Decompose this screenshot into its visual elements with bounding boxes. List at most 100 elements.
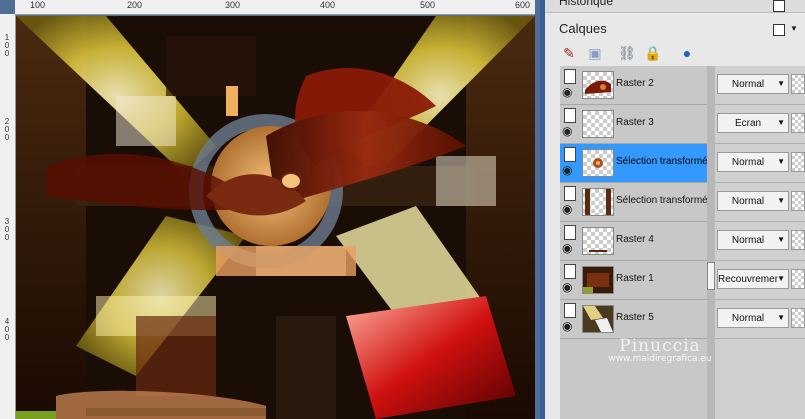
history-panel-header[interactable]: Historique: [545, 0, 805, 13]
layer-name: Raster 1: [616, 273, 654, 284]
layer-type-icon: [564, 264, 576, 279]
chevron-down-icon: ▼: [777, 118, 785, 127]
layer-row-raster-2[interactable]: ◉ Raster 2: [560, 66, 707, 105]
layer-type-icon: [564, 303, 576, 318]
panel-menu-arrow-icon[interactable]: ▼: [790, 24, 798, 33]
layer-type-icon: [564, 69, 576, 84]
chevron-down-icon: ▼: [777, 157, 785, 166]
layers-title: Calques: [559, 21, 607, 36]
lock-icon[interactable]: 🔒: [643, 44, 663, 62]
ruler-tick: 100: [30, 0, 46, 10]
canvas-area[interactable]: 100 200 300 400 500 600 1 0 0 2 0 0 3 0 …: [0, 0, 543, 419]
layer-row-raster-1[interactable]: ◉ Raster 1: [560, 261, 707, 300]
eye-icon[interactable]: ◉: [562, 164, 572, 176]
opacity-swatch[interactable]: [791, 269, 805, 289]
layer-row-raster-4[interactable]: ◉ Raster 4: [560, 222, 707, 261]
link-icon[interactable]: ⛓: [617, 44, 637, 62]
blend-mode-select[interactable]: Normal ▼: [717, 152, 789, 172]
ruler-tick: 0: [4, 233, 10, 242]
layer-list: ◉ Raster 2 ◉ Raster 3 ◉ Sélection transf: [560, 66, 713, 419]
opacity-swatch[interactable]: [791, 230, 805, 250]
blend-mode-select[interactable]: Normal ▼: [717, 191, 789, 211]
chevron-down-icon: ▼: [777, 196, 785, 205]
layer-thumbnail: [582, 188, 614, 216]
blend-row: Recouvrement ▼: [715, 261, 805, 300]
eye-icon[interactable]: ◉: [562, 86, 572, 98]
layer-visibility: ◉: [562, 302, 578, 336]
layer-type-icon: [564, 225, 576, 240]
color-fill-icon[interactable]: ●: [677, 44, 697, 62]
mask-icon[interactable]: ▣: [585, 44, 605, 62]
blend-mode-select[interactable]: Normal ▼: [717, 230, 789, 250]
opacity-swatch[interactable]: [791, 113, 805, 133]
layer-name: Raster 4: [616, 234, 654, 245]
blend-row: Normal ▼: [715, 300, 805, 339]
ruler-tick: 0: [4, 133, 10, 142]
layer-thumbnail: [582, 305, 614, 333]
layer-thumbnail: [582, 266, 614, 294]
layer-row-raster-5[interactable]: ◉ Raster 5: [560, 300, 707, 339]
opacity-swatch[interactable]: [791, 308, 805, 328]
blend-mode-select[interactable]: Normal ▼: [717, 74, 789, 94]
blend-row: Normal ▼: [715, 144, 805, 183]
opacity-swatch[interactable]: [791, 152, 805, 172]
layer-thumbnail: [582, 71, 614, 99]
ruler-tick: 500: [420, 0, 436, 10]
layer-name: Sélection transformée: [616, 156, 714, 167]
eye-icon[interactable]: ◉: [562, 125, 572, 137]
blend-mode-select[interactable]: Écran ▼: [717, 113, 789, 133]
ruler-tick: 400: [320, 0, 336, 10]
blend-row: Normal ▼: [715, 183, 805, 222]
blend-mode-select[interactable]: Recouvrement ▼: [717, 269, 789, 289]
layer-type-icon: [564, 186, 576, 201]
layer-row-selection-transformed-1[interactable]: ◉ Sélection transformée: [560, 144, 713, 183]
chevron-down-icon: ▼: [777, 313, 785, 322]
eye-icon[interactable]: ◉: [562, 242, 572, 254]
blend-row: Normal ▼: [715, 222, 805, 261]
eye-icon[interactable]: ◉: [562, 281, 572, 293]
image-canvas[interactable]: [16, 16, 535, 419]
layer-type-icon: [564, 147, 576, 162]
blend-mode-value: Normal: [731, 313, 765, 324]
history-title: Historique: [559, 0, 614, 8]
layer-thumbnail: [582, 227, 614, 255]
layer-name: Raster 5: [616, 312, 654, 323]
ruler-tick: 0: [4, 49, 10, 58]
chevron-down-icon: ▼: [777, 79, 785, 88]
ruler-tick: 300: [225, 0, 241, 10]
chevron-down-icon: ▼: [777, 274, 785, 283]
scrollbar-handle[interactable]: [707, 262, 715, 290]
layers-panel-header[interactable]: Calques ▼: [545, 18, 805, 40]
ruler-tick: 0: [4, 333, 10, 342]
top-ruler: 100 200 300 400 500 600: [15, 0, 535, 15]
layer-list-scrollbar[interactable]: [707, 66, 715, 419]
eye-icon[interactable]: ◉: [562, 320, 572, 332]
blend-mode-value: Écran: [734, 118, 762, 129]
layer-name: Raster 2: [616, 78, 654, 89]
layer-row-selection-transformed-2[interactable]: ◉ Sélection transformée: [560, 183, 713, 222]
ruler-tick: 600: [515, 0, 531, 10]
blend-mode-value: Normal: [731, 196, 765, 207]
layer-thumbnail: [582, 149, 614, 177]
layer-type-icon: [564, 108, 576, 123]
blend-mode-value: Normal: [731, 79, 765, 90]
blend-row: Normal ▼: [715, 66, 805, 105]
layer-thumbnail: [582, 110, 614, 138]
history-maximize-button[interactable]: [773, 0, 785, 12]
blend-mode-column: Normal ▼ Écran ▼ Normal ▼ Normal ▼ Norma…: [715, 66, 805, 419]
layer-visibility: ◉: [562, 263, 578, 297]
artwork: [16, 16, 535, 419]
layer-name: Sélection transformée: [616, 195, 714, 206]
layer-visibility: ◉: [562, 185, 578, 219]
blend-mode-select[interactable]: Normal ▼: [717, 308, 789, 328]
layer-visibility: ◉: [562, 68, 578, 102]
opacity-swatch[interactable]: [791, 191, 805, 211]
ruler-tick: 200: [127, 0, 143, 10]
layer-row-raster-3[interactable]: ◉ Raster 3: [560, 105, 707, 144]
eye-icon[interactable]: ◉: [562, 203, 572, 215]
opacity-swatch[interactable]: [791, 74, 805, 94]
blend-row: Écran ▼: [715, 105, 805, 144]
layers-maximize-button[interactable]: [773, 24, 785, 36]
new-layer-icon[interactable]: ✎: [559, 44, 579, 62]
layer-visibility: ◉: [562, 107, 578, 141]
